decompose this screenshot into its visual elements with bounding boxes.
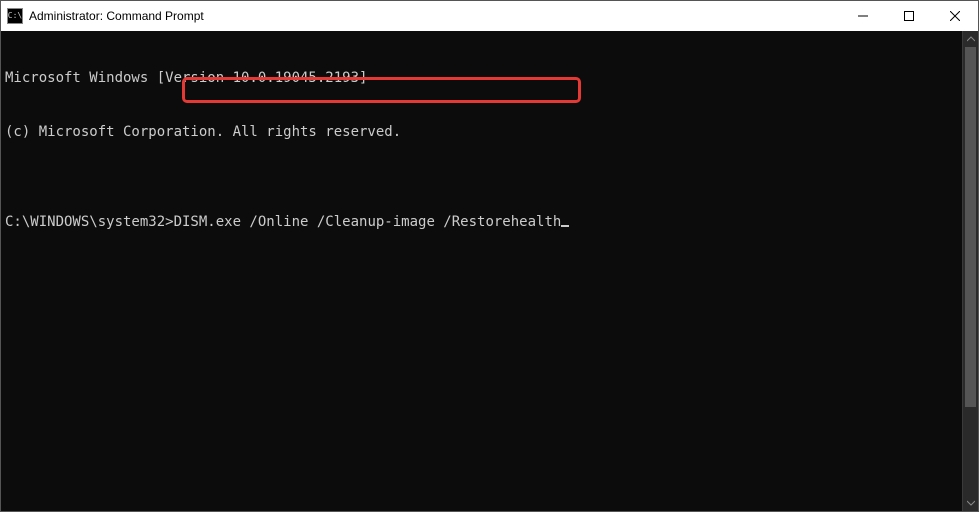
command-prompt-window: C:\ Administrator: Command Prompt Micros… bbox=[0, 0, 979, 512]
titlebar[interactable]: C:\ Administrator: Command Prompt bbox=[1, 1, 978, 31]
console-line: (c) Microsoft Corporation. All rights re… bbox=[5, 123, 958, 141]
text-cursor bbox=[561, 225, 569, 227]
client-area: Microsoft Windows [Version 10.0.19045.21… bbox=[1, 31, 978, 511]
scroll-up-arrow-icon[interactable] bbox=[963, 31, 978, 47]
scroll-thumb[interactable] bbox=[965, 47, 976, 407]
cmd-icon-label: C:\ bbox=[8, 12, 22, 20]
console-output[interactable]: Microsoft Windows [Version 10.0.19045.21… bbox=[1, 31, 962, 511]
vertical-scrollbar[interactable] bbox=[962, 31, 978, 511]
maximize-button[interactable] bbox=[886, 1, 932, 31]
prompt-text: C:\WINDOWS\system32> bbox=[5, 214, 174, 230]
close-button[interactable] bbox=[932, 1, 978, 31]
command-text: DISM.exe /Online /Cleanup-image /Restore… bbox=[174, 214, 562, 230]
console-line: Microsoft Windows [Version 10.0.19045.21… bbox=[5, 69, 958, 87]
window-controls bbox=[840, 1, 978, 31]
console-prompt-line: C:\WINDOWS\system32>DISM.exe /Online /Cl… bbox=[5, 213, 958, 231]
window-title: Administrator: Command Prompt bbox=[29, 9, 204, 23]
scroll-down-arrow-icon[interactable] bbox=[963, 495, 978, 511]
cmd-icon: C:\ bbox=[7, 8, 23, 24]
minimize-button[interactable] bbox=[840, 1, 886, 31]
